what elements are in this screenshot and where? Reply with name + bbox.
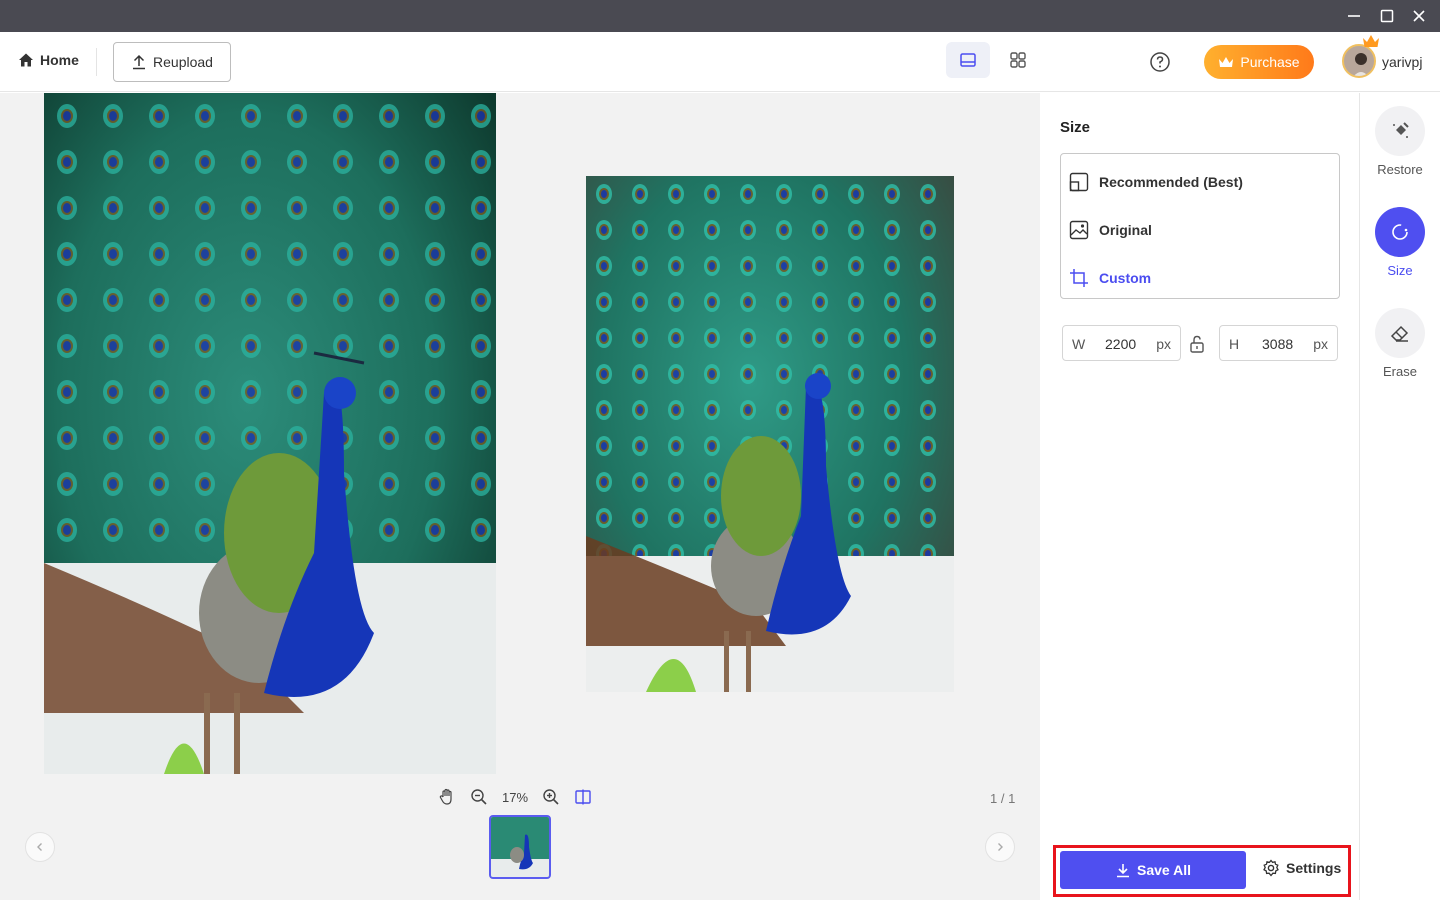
window-titlebar (0, 0, 1440, 32)
avatar[interactable] (1342, 44, 1376, 78)
size-option-custom[interactable]: Custom (1069, 264, 1151, 292)
single-view-icon (960, 53, 976, 67)
tool-label: Size (1387, 263, 1413, 278)
grid-view-icon (1010, 52, 1026, 68)
restore-icon (1375, 106, 1425, 156)
bottom-bar: 17% 1 / 1 (0, 774, 1040, 900)
home-label: Home (40, 52, 79, 68)
image-thumbnail[interactable] (489, 815, 551, 879)
size-option-label: Custom (1099, 270, 1152, 286)
height-unit: px (1313, 336, 1328, 352)
gear-icon (1263, 859, 1279, 877)
size-option-label: Recommended (Best) (1099, 174, 1243, 190)
width-unit: px (1156, 336, 1171, 352)
purchase-label: Purchase (1240, 54, 1300, 70)
panel-title: Size (1060, 119, 1091, 136)
settings-button[interactable]: Settings (1262, 859, 1341, 877)
chevron-left-icon (37, 843, 42, 851)
settings-label: Settings (1286, 860, 1342, 876)
image-icon (1069, 220, 1089, 240)
vip-crown-icon (1362, 34, 1380, 48)
home-button[interactable]: Home (18, 52, 79, 68)
size-option-label: Original (1099, 222, 1152, 238)
result-image (586, 176, 954, 692)
height-value[interactable]: 3088 (1262, 336, 1293, 352)
chevron-right-icon (998, 843, 1003, 851)
toolbar-divider (96, 48, 97, 76)
reupload-button[interactable]: Reupload (113, 42, 231, 82)
tool-size[interactable]: Size (1360, 207, 1440, 278)
help-icon[interactable] (1148, 50, 1172, 74)
image-canvas[interactable] (0, 93, 1040, 774)
reupload-label: Reupload (153, 54, 213, 70)
maximize-icon[interactable] (1371, 0, 1403, 32)
single-view-button[interactable] (946, 42, 990, 78)
tool-label: Restore (1377, 162, 1423, 177)
size-option-original[interactable]: Original (1069, 216, 1152, 244)
size-icon (1375, 207, 1425, 257)
upload-icon (133, 54, 146, 70)
download-icon (1117, 864, 1130, 878)
zoom-out-icon[interactable] (470, 788, 488, 806)
username-label: yarivpj (1382, 54, 1423, 70)
width-key: W (1072, 336, 1086, 352)
width-field[interactable]: W 2200 px (1062, 325, 1181, 361)
zoom-level[interactable]: 17% (502, 790, 528, 805)
recommended-icon (1069, 172, 1089, 192)
tool-label: Erase (1383, 364, 1417, 379)
width-value[interactable]: 2200 (1105, 336, 1136, 352)
settings-panel: Size Recommended (Best) Original Custom … (1040, 93, 1360, 900)
page-count: 1 / 1 (990, 791, 1016, 806)
purchase-button[interactable]: Purchase (1204, 45, 1314, 79)
home-icon (19, 53, 33, 67)
grid-view-button[interactable] (996, 42, 1040, 78)
prev-image-button[interactable] (25, 832, 55, 862)
tool-restore[interactable]: Restore (1360, 106, 1440, 177)
minimize-icon[interactable] (1338, 0, 1370, 32)
tool-rail: Restore Size Erase (1360, 93, 1440, 900)
original-image (44, 93, 496, 774)
compare-icon[interactable] (574, 788, 592, 806)
unlock-ratio-icon[interactable] (1189, 335, 1205, 358)
crown-icon (1219, 57, 1234, 67)
tool-erase[interactable]: Erase (1360, 308, 1440, 379)
close-icon[interactable] (1403, 0, 1435, 32)
hand-pan-icon[interactable] (438, 788, 456, 806)
save-all-button[interactable]: Save All (1060, 851, 1246, 889)
save-all-label: Save All (1137, 862, 1191, 878)
top-toolbar: Home Reupload Purchase yarivpj (0, 32, 1440, 92)
eraser-icon (1375, 308, 1425, 358)
zoom-controls: 17% (438, 788, 592, 806)
next-image-button[interactable] (985, 832, 1015, 862)
crop-icon (1070, 269, 1088, 287)
zoom-in-icon[interactable] (542, 788, 560, 806)
height-field[interactable]: H 3088 px (1219, 325, 1338, 361)
height-key: H (1229, 336, 1240, 352)
size-options: Recommended (Best) Original Custom (1060, 153, 1340, 299)
size-option-recommended[interactable]: Recommended (Best) (1069, 168, 1243, 196)
